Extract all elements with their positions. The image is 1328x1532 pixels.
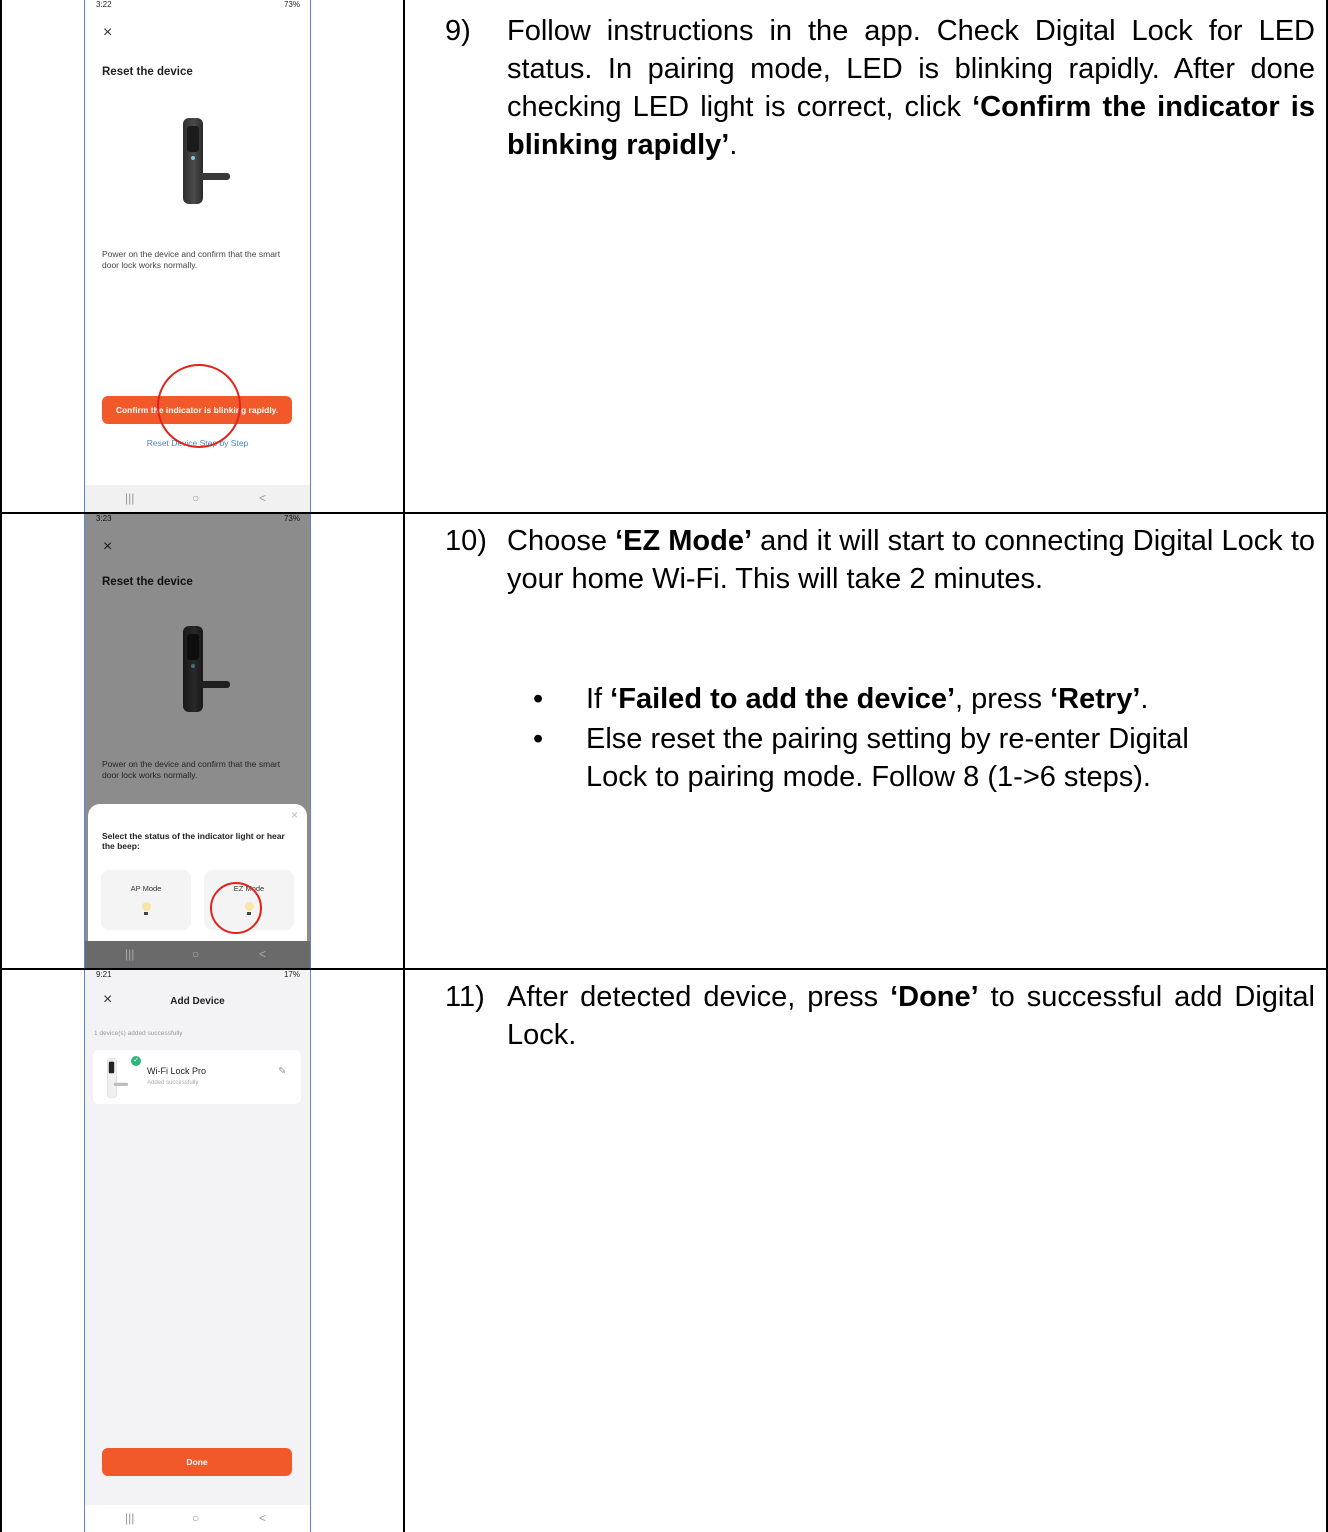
battery-level: 73%	[283, 0, 300, 9]
step-text: Choose ‘EZ Mode’ and it will start to co…	[507, 525, 1316, 595]
step-text: After detected device, press ‘Done’ to s…	[507, 981, 1315, 1051]
device-card[interactable]: ✓ Wi-Fi Lock Pro Added successfully ✎	[93, 1050, 301, 1104]
screenshot-cell: 3:23 73% × Reset the device Power on the…	[0, 514, 403, 968]
success-count: 1 device(s) added successfully	[94, 1030, 183, 1037]
sheet-close-icon[interactable]: ×	[291, 808, 298, 822]
sheet-title: Select the status of the indicator light…	[102, 831, 285, 851]
back-icon[interactable]: <	[259, 947, 266, 961]
mode-select-sheet: × Select the status of the indicator lig…	[88, 804, 307, 944]
check-icon: ✓	[131, 1056, 141, 1066]
battery-level: 17%	[283, 970, 300, 979]
phone-screenshot: 3:22 73% × Reset the device Power on the…	[84, 0, 311, 512]
bulb-icon	[142, 902, 151, 911]
device-status: Added successfully	[147, 1080, 199, 1086]
phone-screenshot: 9:21 17% × Add Device 1 device(s) added …	[84, 970, 311, 1532]
highlight-circle	[157, 364, 241, 448]
status-time: 3:22	[96, 0, 112, 9]
instruction-cell: 11) After detected device, press ‘Done’ …	[405, 970, 1327, 1532]
status-bar: 3:22 73%	[85, 0, 310, 12]
screenshot-cell: 9:21 17% × Add Device 1 device(s) added …	[0, 970, 403, 1532]
back-icon[interactable]: <	[259, 1511, 266, 1525]
instruction-cell: 10) Choose ‘EZ Mode’ and it will start t…	[405, 514, 1327, 968]
status-bar: 9:21 17%	[85, 970, 310, 982]
recents-icon[interactable]: |||	[125, 947, 134, 961]
status-time: 9:21	[96, 970, 112, 979]
done-button[interactable]: Done	[102, 1448, 292, 1476]
highlight-circle	[210, 882, 262, 934]
step-number: 10)	[445, 525, 487, 557]
instruction-text: Power on the device and confirm that the…	[102, 249, 281, 270]
android-nav-bar: ||| ○ <	[85, 1505, 310, 1532]
bullet-icon: •	[533, 723, 544, 755]
close-icon[interactable]: ×	[103, 25, 112, 41]
ap-mode-option[interactable]: AP Mode	[101, 870, 191, 930]
table-row: 3:22 73% × Reset the device Power on the…	[0, 0, 1328, 512]
screenshot-cell: 3:22 73% × Reset the device Power on the…	[0, 0, 403, 512]
bullet-text: If ‘Failed to add the device’, press ‘Re…	[586, 683, 1149, 715]
screen-title: Add Device	[170, 996, 225, 1007]
table-row: 3:23 73% × Reset the device Power on the…	[0, 514, 1328, 968]
recents-icon[interactable]: |||	[125, 1511, 134, 1525]
phone-screenshot: 3:23 73% × Reset the device Power on the…	[84, 514, 311, 968]
edit-icon[interactable]: ✎	[278, 1066, 286, 1077]
recents-icon[interactable]: |||	[125, 491, 134, 505]
home-icon[interactable]: ○	[192, 1511, 199, 1525]
android-nav-bar: ||| ○ <	[85, 941, 310, 968]
step-number: 9)	[445, 15, 471, 47]
device-name: Wi-Fi Lock Pro	[147, 1066, 207, 1076]
bullet-text: Else reset the pairing setting by re-ent…	[586, 723, 1189, 793]
android-nav-bar: ||| ○ <	[85, 485, 310, 512]
step-number: 11)	[445, 981, 485, 1013]
table-row: 9:21 17% × Add Device 1 device(s) added …	[0, 970, 1328, 1532]
home-icon[interactable]: ○	[192, 491, 199, 505]
instruction-cell: 9) Follow instructions in the app. Check…	[405, 0, 1327, 512]
step-text: Follow instructions in the app. Check Di…	[507, 15, 1315, 161]
back-icon[interactable]: <	[259, 491, 266, 505]
home-icon[interactable]: ○	[192, 947, 199, 961]
screen-title: Reset the device	[102, 66, 193, 78]
bullet-icon: •	[533, 683, 544, 715]
ap-mode-label: AP Mode	[130, 884, 162, 893]
